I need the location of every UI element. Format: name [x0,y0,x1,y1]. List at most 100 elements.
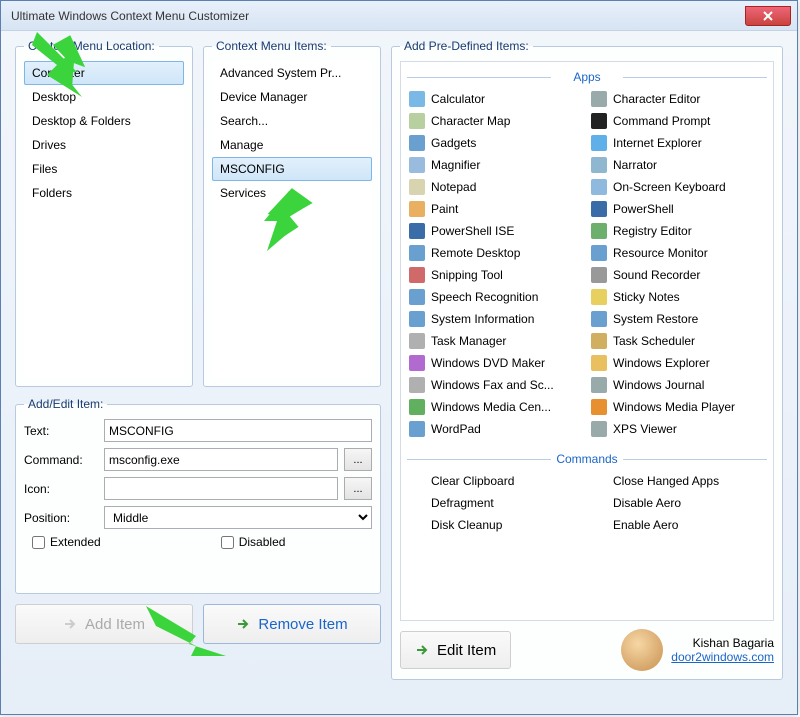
predefined-command-item[interactable]: Disk Cleanup [407,514,585,536]
context-item[interactable]: Device Manager [212,85,372,109]
app-label: Windows Explorer [613,356,710,370]
location-item[interactable]: Desktop & Folders [24,109,184,133]
icon-browse-button[interactable]: ... [344,477,372,500]
app-icon [409,311,425,327]
predefined-app-item[interactable]: Task Scheduler [589,330,767,352]
context-item[interactable]: Search... [212,109,372,133]
predefined-app-item[interactable]: Windows Journal [589,374,767,396]
predefined-app-item[interactable]: Internet Explorer [589,132,767,154]
context-item[interactable]: Services [212,181,372,205]
predefined-app-item[interactable]: Windows Media Player [589,396,767,418]
extended-checkbox[interactable] [32,536,45,549]
predefined-command-item[interactable]: Disable Aero [589,492,767,514]
predefined-command-item[interactable]: Close Hanged Apps [589,470,767,492]
close-button[interactable] [745,6,791,26]
predefined-app-item[interactable]: WordPad [407,418,585,440]
location-item[interactable]: Desktop [24,85,184,109]
predefined-app-item[interactable]: Calculator [407,88,585,110]
location-item[interactable]: Folders [24,181,184,205]
predefined-app-item[interactable]: Character Map [407,110,585,132]
app-label: Gadgets [431,136,476,150]
app-label: XPS Viewer [613,422,677,436]
command-icon [591,495,607,511]
location-group: Context Menu Location: ComputerDesktopDe… [15,39,193,387]
predefined-app-item[interactable]: Magnifier [407,154,585,176]
location-item[interactable]: Files [24,157,184,181]
app-label: WordPad [431,422,481,436]
location-item[interactable]: Drives [24,133,184,157]
predefined-app-item[interactable]: Resource Monitor [589,242,767,264]
edit-item-button[interactable]: Edit Item [400,631,511,669]
items-group: Context Menu Items: Advanced System Pr..… [203,39,381,387]
context-item[interactable]: Manage [212,133,372,157]
remove-item-button[interactable]: Remove Item [203,604,381,644]
predefined-app-item[interactable]: Windows Fax and Sc... [407,374,585,396]
predefined-app-item[interactable]: On-Screen Keyboard [589,176,767,198]
app-label: Remote Desktop [431,246,520,260]
predefined-app-item[interactable]: Notepad [407,176,585,198]
predefined-app-item[interactable]: PowerShell ISE [407,220,585,242]
commands-header: Commands [407,452,767,466]
command-browse-button[interactable]: ... [344,448,372,471]
items-list[interactable]: Advanced System Pr...Device ManagerSearc… [212,61,372,378]
app-label: Snipping Tool [431,268,503,282]
command-icon [591,517,607,533]
predefined-command-item[interactable]: Enable Aero [589,514,767,536]
context-item[interactable]: MSCONFIG [212,157,372,181]
predefined-app-item[interactable]: PowerShell [589,198,767,220]
position-label: Position: [24,511,98,525]
app-icon [591,223,607,239]
app-icon [591,355,607,371]
author-site-link[interactable]: door2windows.com [671,650,774,664]
predefined-app-item[interactable]: System Information [407,308,585,330]
app-icon [591,113,607,129]
app-label: Sticky Notes [613,290,680,304]
icon-input[interactable] [104,477,338,500]
predefined-app-item[interactable]: Narrator [589,154,767,176]
location-list[interactable]: ComputerDesktopDesktop & FoldersDrivesFi… [24,61,184,378]
app-icon [591,399,607,415]
app-icon [591,311,607,327]
predefined-app-item[interactable]: Gadgets [407,132,585,154]
remove-item-label: Remove Item [258,616,347,633]
predefined-command-item[interactable]: Clear Clipboard [407,470,585,492]
arrow-right-icon [236,617,250,631]
app-icon [409,289,425,305]
predefined-app-item[interactable]: Registry Editor [589,220,767,242]
predefined-command-item[interactable]: Defragment [407,492,585,514]
predefined-app-item[interactable]: Sound Recorder [589,264,767,286]
command-input[interactable] [104,448,338,471]
app-label: Character Map [431,114,510,128]
app-label: Windows Media Player [613,400,735,414]
command-label: Clear Clipboard [431,474,514,488]
predefined-app-item[interactable]: Windows Media Cen... [407,396,585,418]
context-item[interactable]: Advanced System Pr... [212,61,372,85]
predefined-app-item[interactable]: Windows Explorer [589,352,767,374]
predefined-scroll[interactable]: Apps CalculatorCharacter EditorCharacter… [400,61,774,621]
disabled-checkbox[interactable] [221,536,234,549]
app-label: Internet Explorer [613,136,702,150]
app-icon [409,113,425,129]
predefined-app-item[interactable]: XPS Viewer [589,418,767,440]
predefined-app-item[interactable]: Remote Desktop [407,242,585,264]
predefined-app-item[interactable]: Task Manager [407,330,585,352]
app-icon [409,355,425,371]
text-label: Text: [24,424,98,438]
predefined-app-item[interactable]: System Restore [589,308,767,330]
predefined-app-item[interactable]: Command Prompt [589,110,767,132]
predefined-app-item[interactable]: Sticky Notes [589,286,767,308]
predefined-app-item[interactable]: Windows DVD Maker [407,352,585,374]
predefined-app-item[interactable]: Character Editor [589,88,767,110]
extended-checkbox-label[interactable]: Extended [32,535,101,549]
predefined-app-item[interactable]: Snipping Tool [407,264,585,286]
text-input[interactable] [104,419,372,442]
predefined-app-item[interactable]: Paint [407,198,585,220]
command-icon [409,495,425,511]
add-item-button[interactable]: Add Item [15,604,193,644]
position-select[interactable]: Middle [104,506,372,529]
predefined-app-item[interactable]: Speech Recognition [407,286,585,308]
disabled-checkbox-label[interactable]: Disabled [221,535,286,549]
location-item[interactable]: Computer [24,61,184,85]
app-label: On-Screen Keyboard [613,180,726,194]
items-legend: Context Menu Items: [212,39,331,53]
